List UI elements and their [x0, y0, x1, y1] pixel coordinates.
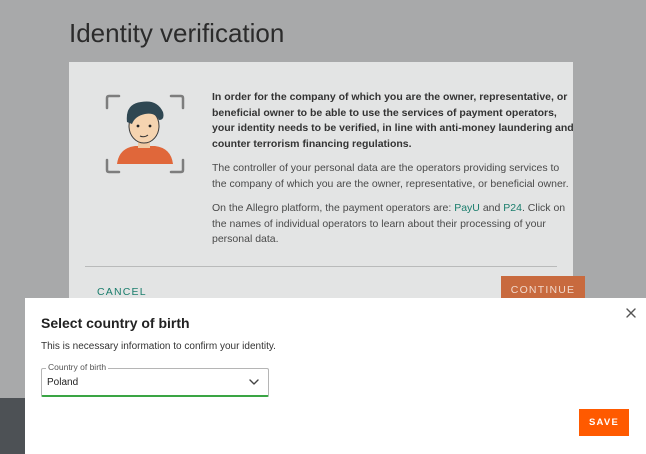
chevron-down-icon — [249, 379, 259, 385]
payu-link[interactable]: PayU — [454, 202, 480, 214]
page-title: Identity verification — [69, 18, 285, 48]
operators-prefix: On the Allegro platform, the payment ope… — [212, 202, 455, 214]
face-scan-illustration — [105, 94, 185, 174]
close-icon[interactable] — [624, 306, 638, 320]
country-of-birth-modal: Select country of birth This is necessar… — [25, 298, 646, 454]
select-value: Poland — [47, 377, 79, 388]
cancel-button[interactable]: CANCEL — [97, 286, 147, 298]
intro-paragraph: In order for the company of which you ar… — [212, 91, 574, 150]
background-footer-strip — [0, 398, 25, 454]
save-button[interactable]: SAVE — [579, 409, 629, 436]
p24-link[interactable]: P24 — [503, 202, 522, 214]
operators-and: and — [479, 202, 504, 214]
modal-subtitle: This is necessary information to confirm… — [41, 341, 276, 352]
modal-title: Select country of birth — [41, 315, 190, 331]
operators-paragraph: On the Allegro platform, the payment ope… — [212, 201, 574, 248]
controller-paragraph: The controller of your personal data are… — [212, 162, 569, 190]
verification-info-card: In order for the company of which you ar… — [69, 62, 585, 322]
card-text-block: In order for the company of which you ar… — [212, 90, 574, 257]
country-of-birth-select[interactable]: Country of birth Poland — [41, 362, 269, 397]
card-divider — [85, 266, 557, 267]
select-label: Country of birth — [46, 362, 109, 372]
